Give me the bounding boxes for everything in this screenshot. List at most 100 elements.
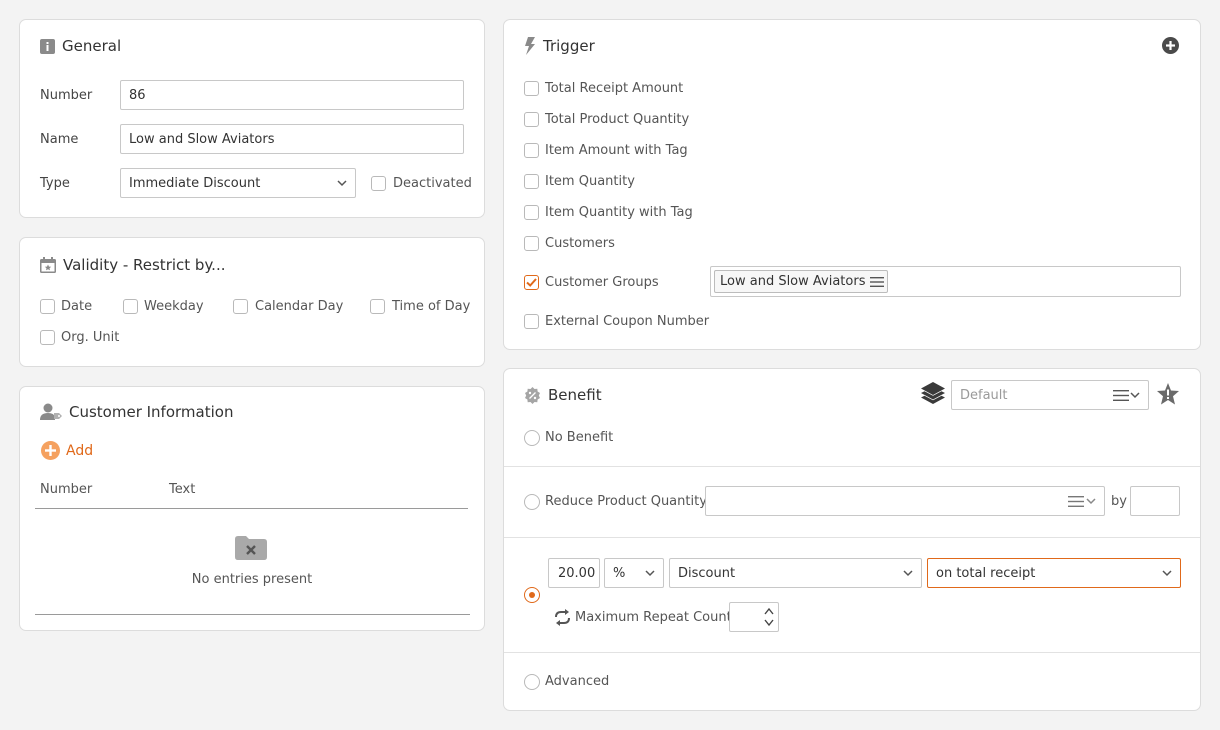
name-input[interactable]: Low and Slow Aviators [120,124,464,154]
trigger-title-text: Trigger [543,37,595,55]
customer-info-title-text: Customer Information [69,403,234,421]
validity-org-unit-checkbox[interactable] [40,330,55,345]
empty-folder-icon [235,536,267,560]
calendar-icon [40,257,56,273]
add-button[interactable]: Add [41,441,93,460]
validity-title-text: Validity - Restrict by... [63,256,226,274]
spinner-arrows-icon[interactable] [764,606,774,628]
trigger-panel: Trigger Total Receipt Amount Total Produ… [503,19,1201,350]
discount-value-input[interactable]: 20.00 [548,558,600,588]
trigger-total-receipt-checkbox[interactable] [524,81,539,96]
trigger-item-amount-tag-label: Item Amount with Tag [545,143,688,158]
benefit-divider-2 [504,537,1200,538]
star-alert-icon[interactable] [1156,382,1180,406]
trigger-total-receipt-label: Total Receipt Amount [545,81,684,96]
benefit-divider-3 [504,652,1200,653]
discount-target-select[interactable]: on total receipt [927,558,1181,588]
list-icon [1068,496,1084,507]
general-title-text: General [62,37,122,55]
discount-radio[interactable] [524,587,540,603]
customer-group-tag-label: Low and Slow Aviators [720,274,866,289]
discount-unit-value: % [613,565,626,581]
discount-unit-select[interactable]: % [604,558,664,588]
validity-calendar-day-label: Calendar Day [255,299,344,314]
benefit-title: Benefit [524,386,602,404]
trigger-customers-label: Customers [545,236,615,251]
number-value: 86 [129,87,146,103]
trigger-item-qty-tag-label: Item Quantity with Tag [545,205,693,220]
trigger-item-qty-tag-checkbox[interactable] [524,205,539,220]
validity-calendar-day-checkbox[interactable] [233,299,248,314]
no-benefit-radio[interactable] [524,430,540,446]
chevron-down-icon [1130,392,1140,399]
customer-groups-input[interactable]: Low and Slow Aviators [710,266,1181,297]
validity-panel: Validity - Restrict by... Date Weekday C… [19,237,485,367]
discount-badge-icon [525,386,540,404]
advanced-radio[interactable] [524,674,540,690]
trigger-total-product-qty-checkbox[interactable] [524,112,539,127]
repeat-icon [555,609,570,626]
discount-target-value: on total receipt [936,565,1036,581]
max-repeat-input[interactable] [729,602,779,632]
customer-info-panel: Customer Information Add Number Text No … [19,386,485,631]
chevron-down-icon [1086,498,1096,505]
validity-weekday-checkbox[interactable] [123,299,138,314]
validity-weekday-label: Weekday [144,299,204,314]
add-trigger-icon[interactable] [1162,37,1179,54]
reduce-qty-product-select[interactable] [705,486,1105,516]
checkmark-icon [526,278,537,287]
discount-type-select[interactable]: Discount [669,558,922,588]
table-header-divider [35,508,468,509]
validity-date-label: Date [61,299,93,314]
general-title: General [40,37,121,55]
trigger-customers-checkbox[interactable] [524,236,539,251]
layer-select-placeholder: Default [960,387,1008,403]
validity-time-of-day-checkbox[interactable] [370,299,385,314]
column-header-number[interactable]: Number [40,482,92,497]
trigger-total-product-qty-label: Total Product Quantity [545,112,690,127]
layer-select[interactable]: Default [951,380,1149,410]
user-tag-icon [40,403,62,420]
column-header-text[interactable]: Text [169,482,195,497]
reduce-by-input[interactable] [1130,486,1180,516]
empty-state-text: No entries present [191,572,313,587]
trigger-external-coupon-checkbox[interactable] [524,314,539,329]
plus-circle-icon [41,441,60,460]
type-select[interactable]: Immediate Discount [120,168,356,198]
info-icon [40,38,55,54]
by-label: by [1111,494,1127,509]
customer-info-title: Customer Information [40,403,233,421]
deactivated-checkbox[interactable] [371,176,386,191]
benefit-title-text: Benefit [548,386,602,404]
general-panel: General Number 86 Name Low and Slow Avia… [19,19,485,218]
reduce-qty-label: Reduce Product Quantity [545,494,707,509]
lightning-icon [525,37,535,55]
trigger-item-amount-tag-checkbox[interactable] [524,143,539,158]
type-value: Immediate Discount [129,175,261,191]
chevron-down-icon [903,570,913,577]
reduce-qty-radio[interactable] [524,494,540,510]
chevron-down-icon [645,570,655,577]
advanced-label: Advanced [545,674,610,689]
validity-time-of-day-label: Time of Day [392,299,471,314]
number-input[interactable]: 86 [120,80,464,110]
number-label: Number [40,88,93,103]
validity-org-unit-label: Org. Unit [61,330,120,345]
trigger-customer-groups-checkbox[interactable] [524,275,539,290]
menu-icon[interactable] [870,276,885,288]
no-benefit-label: No Benefit [545,430,614,445]
layers-icon [921,382,945,404]
trigger-item-quantity-label: Item Quantity [545,174,635,189]
benefit-panel: Benefit Default No Benefit Reduce Produc… [503,368,1201,711]
max-repeat-label: Maximum Repeat Count [575,610,732,625]
name-value: Low and Slow Aviators [129,131,275,147]
chevron-down-icon [1162,570,1172,577]
list-icon [1113,390,1129,401]
discount-type-value: Discount [678,565,736,581]
trigger-customer-groups-label: Customer Groups [545,275,659,290]
trigger-item-quantity-checkbox[interactable] [524,174,539,189]
customer-group-tag[interactable]: Low and Slow Aviators [714,270,889,293]
trigger-title: Trigger [524,37,595,55]
validity-date-checkbox[interactable] [40,299,55,314]
chevron-down-icon [337,180,347,187]
